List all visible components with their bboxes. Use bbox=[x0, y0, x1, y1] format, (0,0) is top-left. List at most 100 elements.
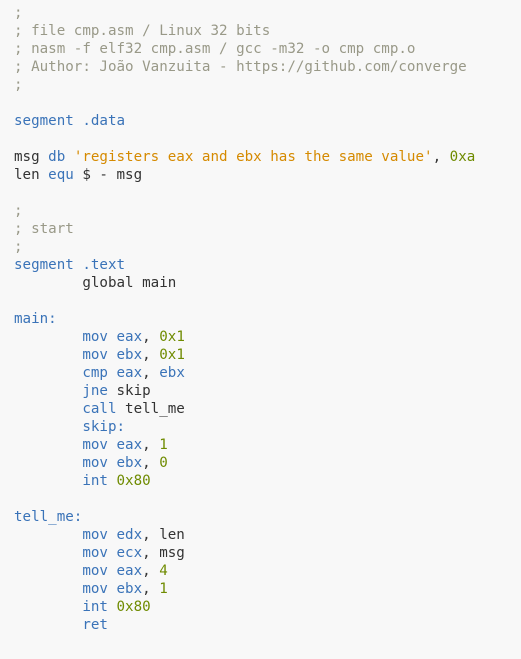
keyword-token: ret bbox=[82, 617, 108, 633]
comment-token: ; nasm -f elf32 cmp.asm / gcc -m32 -o cm… bbox=[14, 41, 416, 57]
code-line: mov ebx, 0x1 bbox=[14, 346, 521, 364]
code-line: ; bbox=[14, 76, 521, 94]
code-line: len equ $ - msg bbox=[14, 166, 521, 184]
keyword-token: mov ebx bbox=[82, 455, 143, 471]
text-token: , bbox=[142, 563, 160, 579]
text-token: , bbox=[142, 437, 160, 453]
keyword-token: segment .data bbox=[14, 113, 126, 129]
keyword-token: segment .text bbox=[14, 257, 126, 273]
text-token: , len bbox=[142, 527, 185, 543]
code-line: mov eax, 4 bbox=[14, 562, 521, 580]
text-token: , msg bbox=[142, 545, 185, 561]
keyword-token: skip: bbox=[82, 419, 126, 435]
code-line: ; file cmp.asm / Linux 32 bits bbox=[14, 22, 521, 40]
text-token: , bbox=[142, 329, 160, 345]
keyword-token: int bbox=[82, 473, 108, 489]
keyword-token: mov ebx bbox=[82, 581, 143, 597]
code-line: main: bbox=[14, 310, 521, 328]
code-line: int 0x80 bbox=[14, 472, 521, 490]
text-token: global main bbox=[14, 275, 177, 291]
code-line: mov eax, 1 bbox=[14, 436, 521, 454]
code-line: mov eax, 0x1 bbox=[14, 328, 521, 346]
keyword-token: ebx bbox=[159, 365, 185, 381]
code-line: mov ecx, msg bbox=[14, 544, 521, 562]
text-token: , bbox=[142, 581, 160, 597]
text-token: msg bbox=[14, 149, 49, 165]
text-token: , bbox=[142, 347, 160, 363]
number-token: 1 bbox=[159, 437, 168, 453]
keyword-token: mov eax bbox=[82, 563, 143, 579]
text-token: , bbox=[432, 149, 450, 165]
number-token: 1 bbox=[159, 581, 168, 597]
code-line: jne skip bbox=[14, 382, 521, 400]
code-line: msg db 'registers eax and ebx has the sa… bbox=[14, 148, 521, 166]
comment-token: ; bbox=[14, 203, 23, 219]
code-line: ; Author: João Vanzuita - https://github… bbox=[14, 58, 521, 76]
keyword-token: call bbox=[82, 401, 117, 417]
keyword-token: cmp eax bbox=[82, 365, 143, 381]
text-token: tell_me bbox=[116, 401, 185, 417]
text-token: , bbox=[142, 455, 160, 471]
number-token: 0x1 bbox=[159, 329, 185, 345]
comment-token: ; bbox=[14, 5, 23, 21]
text-token: , bbox=[142, 365, 160, 381]
number-token: 0xa bbox=[449, 149, 476, 165]
text-token: $ - msg bbox=[73, 167, 143, 183]
code-line: ; bbox=[14, 238, 521, 256]
text-token: skip bbox=[107, 383, 151, 399]
code-line: mov ebx, 1 bbox=[14, 580, 521, 598]
code-line: ; start bbox=[14, 220, 521, 238]
code-line: cmp eax, ebx bbox=[14, 364, 521, 382]
code-line: segment .data bbox=[14, 112, 521, 130]
number-token: 0x1 bbox=[159, 347, 185, 363]
keyword-token: mov eax bbox=[82, 329, 143, 345]
code-line: int 0x80 bbox=[14, 598, 521, 616]
number-token: 4 bbox=[159, 563, 168, 579]
keyword-token: db bbox=[48, 149, 66, 165]
keyword-token: mov edx bbox=[82, 527, 143, 543]
keyword-token: mov ebx bbox=[82, 347, 143, 363]
keyword-token: mov ecx bbox=[82, 545, 143, 561]
comment-token: ; bbox=[14, 77, 23, 93]
number-token: 0x80 bbox=[116, 473, 151, 489]
code-line: ; nasm -f elf32 cmp.asm / gcc -m32 -o cm… bbox=[14, 40, 521, 58]
code-line: ; bbox=[14, 4, 521, 22]
text-token: len bbox=[14, 167, 49, 183]
comment-token: ; Author: João Vanzuita - https://github… bbox=[14, 59, 467, 75]
keyword-token: main: bbox=[14, 311, 57, 327]
number-token: 0x80 bbox=[116, 599, 151, 615]
keyword-token: equ bbox=[48, 167, 74, 183]
code-line: mov edx, len bbox=[14, 526, 521, 544]
code-line: segment .text bbox=[14, 256, 521, 274]
code-line: ; bbox=[14, 202, 521, 220]
comment-token: ; bbox=[14, 239, 23, 255]
code-line: tell_me: bbox=[14, 508, 521, 526]
keyword-token: jne bbox=[82, 383, 108, 399]
code-line: call tell_me bbox=[14, 400, 521, 418]
keyword-token: tell_me: bbox=[14, 509, 83, 525]
keyword-token: int bbox=[82, 599, 108, 615]
code-line: ret bbox=[14, 616, 521, 634]
comment-token: ; start bbox=[14, 221, 74, 237]
code-block: ; ; file cmp.asm / Linux 32 bits ; nasm -f… bbox=[0, 0, 521, 634]
code-line: mov ebx, 0 bbox=[14, 454, 521, 472]
comment-token: ; file cmp.asm / Linux 32 bits bbox=[14, 23, 271, 39]
